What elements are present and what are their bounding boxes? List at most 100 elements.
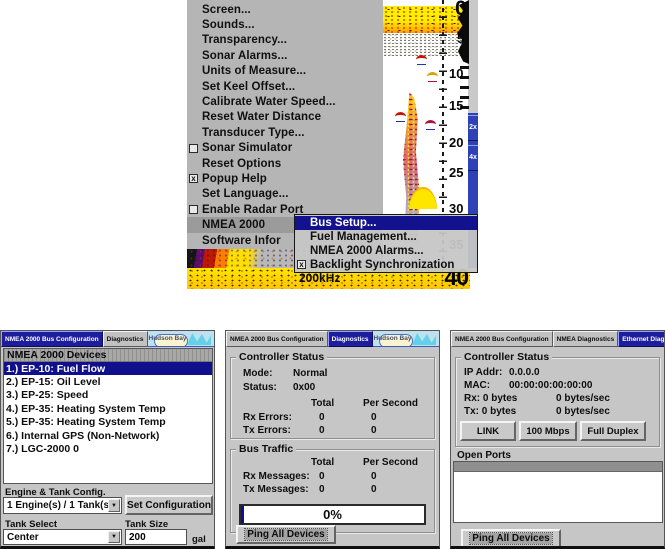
zoom-4x-button[interactable]: 4x bbox=[468, 145, 478, 171]
submenu-item-nmea-2000-alarms[interactable]: NMEA 2000 Alarms... bbox=[295, 244, 477, 258]
ethernet-diagnostics-panel: NMEA 2000 Bus Configuration NMEA Diagnos… bbox=[450, 330, 665, 549]
set-configuration-button[interactable]: Set Configuration bbox=[125, 495, 213, 515]
tx-messages-total: 0 bbox=[319, 484, 325, 495]
tx-bytes-label: Tx: 0 bytes bbox=[464, 406, 517, 417]
tab-bus-configuration[interactable]: NMEA 2000 Bus Configuration bbox=[1, 331, 103, 347]
map-background: Hudson Bay bbox=[372, 331, 439, 347]
menu-item-transducer-type[interactable]: Transducer Type... bbox=[187, 125, 383, 140]
rx-messages-total: 0 bbox=[319, 471, 325, 482]
dropdown-arrow-icon[interactable]: ▼ bbox=[108, 531, 120, 543]
dropdown-arrow-icon[interactable]: ▼ bbox=[108, 499, 120, 512]
menu-item-set-keel-offset[interactable]: Set Keel Offset... bbox=[187, 79, 383, 94]
menu-item-label: Popup Help bbox=[202, 172, 267, 185]
duplex-button[interactable]: Full Duplex bbox=[580, 421, 646, 441]
rx-messages-per-second: 0 bbox=[371, 471, 377, 482]
tx-errors-total: 0 bbox=[319, 425, 325, 436]
sonar-menu-screenshot: 0 5 10 15 20 25 30 35 2x 4x Screen... So… bbox=[187, 0, 478, 289]
depth-label: 0 bbox=[455, 0, 467, 20]
tx-rate-value: 0 bytes/sec bbox=[556, 406, 610, 417]
rx-errors-label: Rx Errors: bbox=[243, 412, 292, 423]
status-label: Status: bbox=[243, 382, 277, 393]
device-row[interactable]: 1.) EP-10: Fuel Flow bbox=[4, 362, 212, 376]
mode-label: Mode: bbox=[243, 368, 273, 379]
mode-value: Normal bbox=[293, 368, 328, 379]
menu-item-transparency[interactable]: Transparency... bbox=[187, 33, 383, 48]
open-ports-label: Open Ports bbox=[457, 450, 511, 461]
tank-size-input[interactable] bbox=[125, 529, 187, 545]
submenu-item-bus-setup[interactable]: Bus Setup... bbox=[295, 216, 477, 231]
menu-item-reset-options[interactable]: Reset Options bbox=[187, 156, 383, 171]
rx-bytes-label: Rx: 0 bytes bbox=[464, 393, 518, 404]
checkbox-icon[interactable]: x bbox=[189, 174, 198, 184]
nmea-2000-submenu: Bus Setup... Fuel Management... NMEA 200… bbox=[294, 214, 478, 273]
menu-item-popup-help[interactable]: x Popup Help bbox=[187, 171, 383, 186]
progress-fill bbox=[241, 506, 244, 523]
submenu-item-backlight-synchronization[interactable]: x Backlight Synchronization bbox=[295, 258, 477, 272]
tab-diagnostics[interactable]: Diagnostics bbox=[327, 331, 373, 347]
checkbox-icon[interactable] bbox=[189, 205, 198, 215]
depth-label: 10 bbox=[449, 66, 464, 81]
device-row[interactable]: 5.) EP-35: Heating System Temp bbox=[4, 416, 212, 429]
tank-select-value: Center bbox=[7, 531, 39, 543]
tab-bar: NMEA 2000 Bus Configuration NMEA Diagnos… bbox=[451, 331, 664, 347]
tx-errors-per-second: 0 bbox=[371, 425, 377, 436]
menu-item-sounds[interactable]: Sounds... bbox=[187, 17, 383, 32]
map-background: Hudson Bay bbox=[147, 331, 214, 347]
ping-all-devices-label: Ping All Devices bbox=[244, 528, 328, 541]
menu-item-reset-water-distance[interactable]: Reset Water Distance bbox=[187, 110, 383, 125]
open-ports-list bbox=[453, 461, 663, 523]
menu-item-units-of-measure[interactable]: Units of Measure... bbox=[187, 64, 383, 79]
submenu-item-label: Backlight Synchronization bbox=[310, 259, 455, 272]
tab-ethernet-diagnostics[interactable]: Ethernet Diagnostics bbox=[618, 331, 664, 347]
map-place-label: Hudson Bay bbox=[373, 335, 412, 342]
tab-bus-configuration[interactable]: NMEA 2000 Bus Configuration bbox=[451, 331, 553, 347]
ip-addr-label: IP Addr: bbox=[464, 367, 503, 378]
checkbox-icon[interactable] bbox=[189, 143, 198, 153]
device-row[interactable]: 7.) LGC-2000 0 bbox=[4, 442, 212, 455]
rx-rate-value: 0 bytes/sec bbox=[556, 393, 610, 404]
engine-tank-config-select[interactable]: 1 Engine(s) / 1 Tank(s) ▼ bbox=[3, 497, 122, 514]
diagnostics-panel: NMEA 2000 Bus Configuration Diagnostics … bbox=[225, 330, 440, 549]
depth-label: 25 bbox=[449, 165, 464, 180]
device-row[interactable]: 3.) EP-25: Speed bbox=[4, 389, 212, 402]
menu-item-sonar-alarms[interactable]: Sonar Alarms... bbox=[187, 48, 383, 63]
controller-status-group: Controller Status IP Addr: 0.0.0.0 MAC: … bbox=[455, 351, 660, 447]
speed-button[interactable]: 100 Mbps bbox=[519, 421, 577, 441]
bus-load-progress-bar: 0% bbox=[239, 504, 426, 525]
menu-item-calibrate-water-speed[interactable]: Calibrate Water Speed... bbox=[187, 94, 383, 109]
menu-item-sonar-simulator[interactable]: Sonar Simulator bbox=[187, 141, 383, 156]
checkbox-icon[interactable]: x bbox=[297, 260, 306, 270]
depth-label: 5 bbox=[457, 31, 465, 46]
engine-tank-config-value: 1 Engine(s) / 1 Tank(s) bbox=[7, 500, 113, 511]
ping-all-devices-button[interactable]: Ping All Devices bbox=[461, 529, 561, 546]
column-header-per-second: Per Second bbox=[363, 457, 419, 468]
sonar-settings-menu: Screen... Sounds... Transparency... Sona… bbox=[187, 0, 383, 249]
tab-diagnostics[interactable]: Diagnostics bbox=[102, 331, 148, 347]
submenu-item-fuel-management[interactable]: Fuel Management... bbox=[295, 230, 477, 244]
frequency-label: 200kHz bbox=[299, 271, 341, 285]
group-title: Controller Status bbox=[236, 351, 328, 363]
tab-bus-configuration[interactable]: NMEA 2000 Bus Configuration bbox=[226, 331, 328, 347]
group-title: Bus Traffic bbox=[236, 443, 297, 455]
ping-all-devices-button[interactable]: Ping All Devices bbox=[236, 525, 336, 544]
tank-select-dropdown[interactable]: Center ▼ bbox=[3, 529, 122, 545]
menu-item-screen[interactable]: Screen... bbox=[187, 2, 383, 17]
tx-messages-per-second: 0 bbox=[371, 484, 377, 495]
mac-label: MAC: bbox=[464, 380, 491, 391]
tx-messages-label: Tx Messages: bbox=[243, 484, 309, 495]
device-row[interactable]: 4.) EP-35: Heating System Temp bbox=[4, 402, 212, 415]
ip-addr-value: 0.0.0.0 bbox=[509, 367, 540, 378]
zoom-2x-button[interactable]: 2x bbox=[468, 115, 478, 141]
rx-errors-per-second: 0 bbox=[371, 412, 377, 423]
device-row[interactable]: 2.) EP-15: Oil Level bbox=[4, 375, 212, 388]
menu-item-set-language[interactable]: Set Language... bbox=[187, 187, 383, 202]
device-row[interactable]: 6.) Internal GPS (Non-Network) bbox=[4, 429, 212, 442]
tank-size-unit: gal bbox=[192, 534, 206, 545]
column-header-total: Total bbox=[311, 398, 335, 409]
status-value: 0x00 bbox=[293, 382, 316, 393]
map-place-label: Hudson Bay bbox=[148, 335, 187, 342]
bus-traffic-group: Bus Traffic Total Per Second Rx Messages… bbox=[230, 443, 435, 533]
depth-label: 20 bbox=[449, 135, 464, 150]
tab-nmea-diagnostics[interactable]: NMEA Diagnostics bbox=[552, 331, 619, 347]
link-button[interactable]: LINK bbox=[460, 421, 516, 441]
